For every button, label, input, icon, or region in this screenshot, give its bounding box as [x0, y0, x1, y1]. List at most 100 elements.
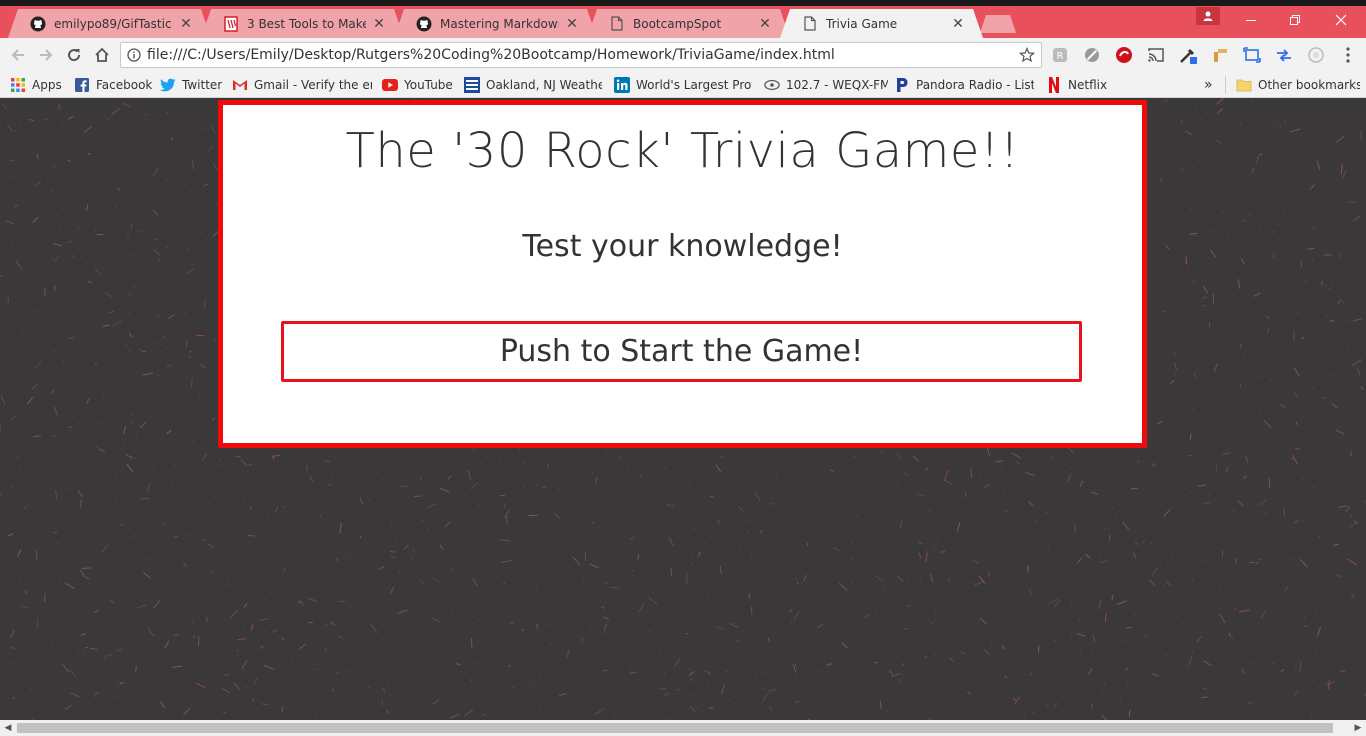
tab-giftastic[interactable]: emilypo89/GifTastic ✕: [8, 9, 211, 38]
page-icon: [609, 16, 625, 32]
youtube-icon: [382, 77, 398, 93]
tab-title: Mastering Markdown · G: [440, 16, 558, 31]
bookmark-facebook[interactable]: Facebook: [74, 76, 156, 94]
eyedropper-icon[interactable]: [1178, 45, 1198, 65]
linkedin-icon: [614, 77, 630, 93]
github-icon: [30, 16, 46, 32]
bookmark-label: YouTube: [404, 78, 453, 92]
bookmark-netflix[interactable]: Netflix: [1046, 76, 1110, 94]
minimize-button[interactable]: [1228, 6, 1274, 34]
document-red-icon: [223, 16, 239, 32]
close-tab-icon[interactable]: ✕: [758, 17, 772, 31]
bookmarks-overflow-chevron-icon[interactable]: »: [1204, 76, 1218, 94]
extension-ruler-icon[interactable]: [1210, 45, 1230, 65]
trivia-card: The '30 Rock' Trivia Game!! Test your kn…: [218, 100, 1147, 448]
bookmark-label: Gmail - Verify the em: [254, 78, 372, 92]
weather-channel-icon: [464, 77, 480, 93]
bookmark-youtube[interactable]: YouTube: [382, 76, 458, 94]
profile-button[interactable]: [1196, 7, 1220, 25]
forward-arrow-icon: [40, 49, 53, 61]
close-tab-icon[interactable]: ✕: [179, 17, 193, 31]
tab-title: Trivia Game: [826, 16, 898, 31]
bookmark-twitter[interactable]: Twitter: [160, 76, 228, 94]
facebook-icon: [74, 77, 90, 93]
reload-icon: [68, 49, 81, 62]
screenshot-icon[interactable]: [1242, 45, 1262, 65]
tab-bootcampspot[interactable]: BootcampSpot ✕: [587, 9, 790, 38]
tab-mastering-markdown[interactable]: Mastering Markdown · G ✕: [394, 9, 597, 38]
twitter-icon: [160, 77, 176, 93]
bookmark-apps[interactable]: Apps: [10, 76, 70, 94]
scroll-right-arrow-icon[interactable]: ▶: [1350, 720, 1366, 736]
close-tab-icon[interactable]: ✕: [372, 17, 386, 31]
extension-r-icon[interactable]: R: [1050, 45, 1070, 65]
minimize-icon: [1246, 20, 1256, 21]
person-icon: [1203, 11, 1213, 21]
scroll-left-arrow-icon[interactable]: ◀: [0, 720, 16, 736]
arrows-swap-icon[interactable]: [1274, 45, 1294, 65]
url-text[interactable]: file:///C:/Users/Emily/Desktop/Rutgers%2…: [147, 47, 1013, 63]
github-icon: [416, 16, 432, 32]
tab-title: emilypo89/GifTastic: [54, 16, 172, 31]
bookmark-weqx[interactable]: 102.7 - WEQX-FM: [764, 76, 888, 94]
home-button[interactable]: [90, 43, 114, 67]
bookmark-label: Pandora Radio - Liste: [916, 78, 1034, 92]
tab-title: BootcampSpot: [633, 16, 722, 31]
tab-best-tools[interactable]: 3 Best Tools to Make Fre ✕: [201, 9, 404, 38]
bookmark-label: Facebook: [96, 78, 153, 92]
bookmark-pandora[interactable]: Pandora Radio - Liste: [894, 76, 1034, 94]
forward-button[interactable]: [34, 43, 58, 67]
info-icon[interactable]: [121, 48, 147, 62]
page-icon: [802, 16, 818, 32]
window-top-edge: [0, 0, 1366, 6]
bookmark-label: Oakland, NJ Weather: [486, 78, 602, 92]
folder-icon: [1236, 77, 1252, 93]
tab-title: 3 Best Tools to Make Fre: [247, 16, 366, 31]
browser-toolbar: file:///C:/Users/Emily/Desktop/Rutgers%2…: [0, 38, 1366, 72]
back-button[interactable]: [6, 43, 30, 67]
address-bar[interactable]: file:///C:/Users/Emily/Desktop/Rutgers%2…: [120, 42, 1042, 68]
scrollbar-thumb[interactable]: [17, 723, 1333, 733]
restore-icon: [1290, 15, 1300, 25]
reload-button[interactable]: [62, 43, 86, 67]
home-icon: [95, 47, 109, 62]
extension-red-circle-icon[interactable]: [1114, 45, 1134, 65]
bookmark-label: World's Largest Profe: [636, 78, 752, 92]
bookmark-other-bookmarks[interactable]: Other bookmarks: [1236, 76, 1360, 94]
bookmark-label: Netflix: [1068, 78, 1108, 92]
close-tab-icon[interactable]: ✕: [951, 17, 965, 31]
restore-button[interactable]: [1272, 6, 1318, 34]
back-arrow-icon: [11, 49, 24, 61]
tab-trivia-game[interactable]: Trivia Game ✕: [780, 9, 983, 38]
close-tab-icon[interactable]: ✕: [565, 17, 579, 31]
horizontal-scrollbar[interactable]: ◀ ▶: [0, 720, 1366, 736]
browser-tabstrip: emilypo89/GifTastic ✕ 3 Best Tools to Ma…: [0, 0, 1366, 38]
bookmarks-bar: Apps Facebook Twitter Gmail - Verify the…: [0, 72, 1366, 98]
apps-grid-icon: [10, 77, 26, 93]
bookmark-label: Apps: [32, 78, 62, 92]
close-icon: [1335, 14, 1347, 26]
extension-circle-icon[interactable]: [1306, 45, 1326, 65]
extension-block-icon[interactable]: [1082, 45, 1102, 65]
bookmarks-divider: [1225, 76, 1226, 94]
bookmark-star-icon[interactable]: [1013, 47, 1041, 63]
bookmark-label: 102.7 - WEQX-FM: [786, 78, 888, 92]
netflix-icon: [1046, 77, 1062, 93]
start-game-button[interactable]: Push to Start the Game!: [281, 321, 1082, 382]
bookmark-gmail[interactable]: Gmail - Verify the em: [232, 76, 372, 94]
pandora-icon: [894, 77, 910, 93]
new-tab-button[interactable]: [980, 15, 1016, 33]
bookmark-weather[interactable]: Oakland, NJ Weather: [464, 76, 602, 94]
bookmark-label: Other bookmarks: [1258, 78, 1360, 92]
page-title: The '30 Rock' Trivia Game!!: [345, 123, 1020, 179]
svg-text:R: R: [1057, 51, 1064, 62]
menu-kebab-icon[interactable]: [1338, 45, 1358, 65]
bookmark-linkedin[interactable]: World's Largest Profe: [614, 76, 752, 94]
bookmark-label: Twitter: [182, 78, 223, 92]
page-viewport: The '30 Rock' Trivia Game!! Test your kn…: [0, 98, 1366, 720]
close-window-button[interactable]: [1318, 6, 1364, 34]
page-subtitle: Test your knowledge!: [522, 229, 843, 264]
radio-icon: [764, 77, 780, 93]
cast-icon[interactable]: [1146, 45, 1166, 65]
gmail-icon: [232, 77, 248, 93]
